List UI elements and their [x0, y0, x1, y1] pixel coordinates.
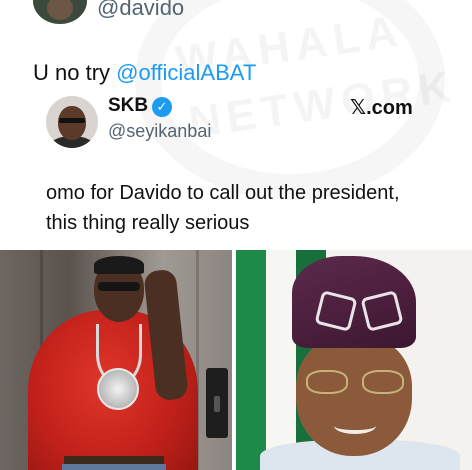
quoted-tweet-text: omo for Davido to call out the president…: [46, 182, 400, 234]
man-hair: [94, 256, 144, 274]
x-logo-icon: 𝕏.com: [350, 97, 413, 119]
tweet-mention-link[interactable]: @officialABAT: [116, 60, 256, 85]
verified-badge-icon: ✓: [152, 97, 172, 117]
chain-pendant: [97, 368, 139, 410]
cap-symbol-icon: [314, 290, 358, 332]
photo-president[interactable]: [236, 250, 472, 470]
president-face: [296, 336, 412, 456]
avatar-glasses: [59, 118, 85, 123]
smile: [334, 418, 376, 434]
sunglasses: [98, 282, 140, 291]
traditional-cap: [292, 256, 416, 348]
quoted-author-handle[interactable]: @seyikanbai: [108, 121, 211, 142]
quoted-author-avatar[interactable]: [46, 96, 98, 148]
jeans: [62, 464, 166, 470]
author-handle[interactable]: @davido: [97, 0, 184, 21]
photo-davido[interactable]: [0, 250, 232, 470]
flag-white-stripe: [266, 250, 296, 470]
eyeglasses-lens: [362, 370, 404, 394]
eyeglasses: [306, 370, 404, 394]
avatar-face: [58, 106, 86, 140]
tweet-text-prefix: U no try: [33, 60, 117, 85]
door-handle: [206, 368, 228, 438]
quoted-author-name[interactable]: SKB: [108, 95, 148, 117]
author-avatar[interactable]: [33, 0, 87, 24]
cap-symbol-icon: [360, 290, 404, 332]
eyeglasses-lens: [306, 370, 348, 394]
flag-green-stripe: [236, 250, 266, 470]
tweet-text: U no try @officialABAT: [33, 60, 256, 86]
